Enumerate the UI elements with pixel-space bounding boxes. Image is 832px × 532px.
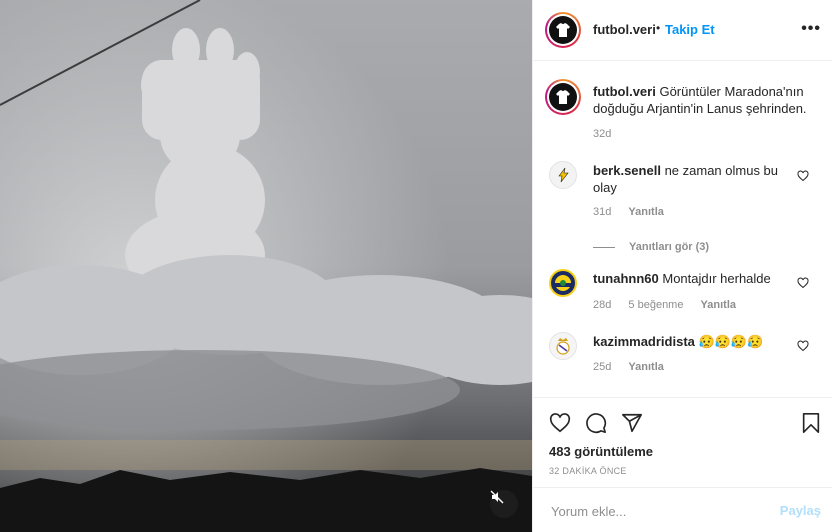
jersey-logo-icon (556, 23, 570, 37)
comment-username[interactable]: berk.senell (593, 163, 661, 178)
comment-username[interactable]: kazimmadridista (593, 334, 695, 349)
post-video[interactable] (0, 0, 532, 532)
replies-dash (593, 246, 615, 248)
like-comment-icon[interactable] (797, 340, 809, 352)
like-icon[interactable] (549, 412, 571, 434)
club-badge-icon (555, 275, 571, 291)
comment-username[interactable]: tunahnn60 (593, 271, 659, 286)
comment-input[interactable] (549, 498, 773, 524)
save-bookmark-icon[interactable] (801, 412, 821, 434)
mute-button[interactable] (490, 490, 518, 518)
fenerbahce-badge-avatar-icon[interactable] (549, 269, 577, 297)
caption-body: futbol.veri Görüntüler Maradona'nın doğd… (593, 83, 819, 117)
comment-meta: 28d 5 beğenme Yanıtla (593, 299, 750, 311)
comment-body: tunahnn60 Montajdır herhalde (593, 270, 793, 287)
mute-icon (490, 490, 504, 504)
comment-time[interactable]: 28d (593, 299, 611, 311)
header-separator: • (656, 21, 661, 35)
caption-avatar[interactable] (545, 79, 581, 115)
real-madrid-crest-avatar-icon[interactable] (549, 332, 577, 360)
reply-button[interactable]: Yanıtla (628, 361, 663, 373)
view-replies-button[interactable]: Yanıtları gör (3) (593, 241, 709, 253)
cloud-hand-image (0, 0, 532, 532)
caption-username[interactable]: futbol.veri (593, 84, 656, 99)
comment-body: berk.senell ne zaman olmus bu olay (593, 162, 793, 196)
comment-icon[interactable] (585, 412, 607, 434)
add-comment-bar: Paylaş (533, 487, 832, 532)
like-comment-icon[interactable] (797, 277, 809, 289)
post-side-panel: futbol.veri • Takip Et ••• futbol.veri G… (532, 0, 832, 532)
comment-text: Montajdır herhalde (662, 271, 771, 286)
follow-button[interactable]: Takip Et (665, 22, 715, 37)
club-crest-icon (556, 338, 570, 355)
comment-time[interactable]: 31d (593, 206, 611, 218)
reply-button[interactable]: Yanıtla (628, 206, 663, 218)
jersey-logo-icon (556, 90, 570, 104)
comment-body: kazimmadridista 😥😥😥😥 (593, 333, 793, 350)
comment-meta: 31d Yanıtla (593, 206, 678, 218)
more-options-icon[interactable]: ••• (801, 20, 821, 38)
view-count[interactable]: 483 görüntüleme (549, 444, 653, 459)
author-avatar[interactable] (545, 12, 581, 48)
lightning-avatar-icon[interactable] (549, 161, 577, 189)
author-username[interactable]: futbol.veri (593, 22, 656, 37)
comment-text: 😥😥😥😥 (698, 334, 764, 349)
view-replies-label: Yanıtları gör (3) (629, 241, 710, 253)
comments-list[interactable]: futbol.veri Görüntüler Maradona'nın doğd… (533, 61, 832, 397)
comment-meta: 25d Yanıtla (593, 361, 678, 373)
reply-button[interactable]: Yanıtla (701, 299, 736, 311)
comment-likes[interactable]: 5 beğenme (628, 299, 683, 311)
post-comment-button[interactable]: Paylaş (780, 503, 821, 518)
share-icon[interactable] (621, 412, 643, 434)
post-actions: 483 görüntüleme 32 DAKİKA ÖNCE (533, 397, 832, 487)
caption-time[interactable]: 32d (593, 128, 611, 140)
comment-time[interactable]: 25d (593, 361, 611, 373)
post-header: futbol.veri • Takip Et ••• (533, 0, 832, 61)
posted-time[interactable]: 32 DAKİKA ÖNCE (549, 466, 627, 476)
like-comment-icon[interactable] (797, 170, 809, 182)
caption-meta: 32d (593, 128, 625, 140)
lightning-icon (558, 167, 569, 183)
